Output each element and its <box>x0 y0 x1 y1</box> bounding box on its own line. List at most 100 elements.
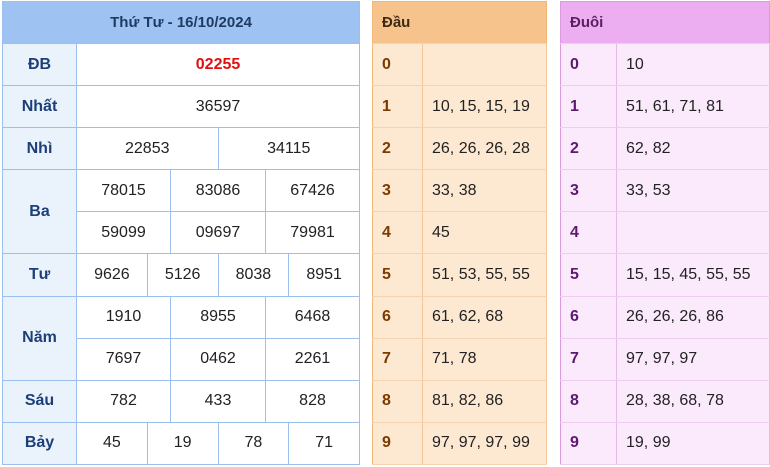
prize-number: 71 <box>288 421 361 466</box>
prize-number: 19 <box>146 421 219 466</box>
digit-label: 9 <box>560 422 617 466</box>
prize-label: Bảy <box>2 421 77 466</box>
prize-number: 78015 <box>76 169 171 213</box>
digit-values: 33, 38 <box>422 169 547 213</box>
prize-number: 0462 <box>170 337 266 381</box>
digit-label: 2 <box>560 127 617 171</box>
digit-label: 7 <box>372 338 423 381</box>
digit-values: 97, 97, 97, 99 <box>422 422 547 466</box>
digit-values: 71, 78 <box>422 338 547 381</box>
digit-label: 4 <box>372 211 423 255</box>
tail-digit-row: 0 10 <box>560 43 770 87</box>
prize-number: 79981 <box>264 211 361 255</box>
prize-number: 9626 <box>76 253 148 297</box>
head-digit-table: Đầu 0 1 10, 15, 15, 19 2 26, 26, 26, 28 33… <box>372 1 547 466</box>
digit-label: 1 <box>372 85 423 129</box>
digit-values <box>616 211 770 255</box>
prize-number: 8951 <box>288 253 361 297</box>
results-title: Thứ Tư - 16/10/2024 <box>1 0 361 45</box>
prize-number: 5126 <box>146 253 219 297</box>
prize-number: 7697 <box>76 337 171 381</box>
digit-values: 33, 53 <box>616 169 770 213</box>
tail-digit-row: 8 28, 38, 68, 78 <box>560 380 770 423</box>
prize-label: ĐB <box>2 43 77 87</box>
digit-values: 97, 97, 97 <box>616 338 770 381</box>
prize-label: Năm <box>2 295 77 381</box>
digit-values: 26, 26, 26, 28 <box>422 127 547 171</box>
prize-number: 8955 <box>170 295 266 339</box>
tail-digit-row: 7 97, 97, 97 <box>560 338 770 381</box>
tail-digit-row: 2 62, 82 <box>560 127 770 171</box>
digit-values: 51, 53, 55, 55 <box>422 253 547 297</box>
head-digit-row: 8 81, 82, 86 <box>372 380 547 423</box>
head-digit-row: 5 51, 53, 55, 55 <box>372 253 547 297</box>
digit-label: 6 <box>560 296 617 339</box>
lottery-results-table: Thứ Tư - 16/10/2024 ĐB 02255 Nhất 36597 … <box>1 0 361 466</box>
prize-label: Nhất <box>2 85 77 129</box>
digit-values: 28, 38, 68, 78 <box>616 380 770 423</box>
digit-label: 7 <box>560 338 617 381</box>
prize-row-sau: Sáu 782 433 828 <box>2 379 361 423</box>
prize-label: Tư <box>2 253 77 297</box>
prize-number: 34115 <box>217 127 361 171</box>
digit-label: 0 <box>560 43 617 87</box>
prize-row-ba: Ba 78015 83086 67426 <box>2 169 361 255</box>
head-digit-row: 0 <box>372 43 547 87</box>
digit-values: 62, 82 <box>616 127 770 171</box>
prize-number: 22853 <box>76 127 219 171</box>
prize-number: 6468 <box>264 295 361 339</box>
prize-number: 433 <box>170 379 266 423</box>
special-prize-number: 02255 <box>75 43 361 87</box>
head-digit-row: 4 45 <box>372 211 547 255</box>
head-digit-row: 1 10, 15, 15, 19 <box>372 85 547 129</box>
head-digit-row: 6 61, 62, 68 <box>372 296 547 339</box>
digit-label: 8 <box>372 380 423 423</box>
digit-label: 5 <box>372 253 423 297</box>
digit-label: 0 <box>372 43 423 87</box>
prize-number: 67426 <box>264 169 361 213</box>
digit-values: 51, 61, 71, 81 <box>616 85 770 129</box>
prize-row-nhat: Nhất 36597 <box>2 85 361 129</box>
prize-label: Nhì <box>2 127 77 171</box>
prize-number: 36597 <box>75 85 361 129</box>
digit-values: 15, 15, 45, 55, 55 <box>616 253 770 297</box>
prize-number: 782 <box>76 379 171 423</box>
digit-label: 3 <box>560 169 617 213</box>
digit-values: 19, 99 <box>616 422 770 466</box>
prize-row-nam: Năm 1910 8955 6468 <box>2 295 361 381</box>
digit-values: 45 <box>422 211 547 255</box>
tail-digit-row: 6 26, 26, 26, 86 <box>560 296 770 339</box>
prize-number: 828 <box>264 379 361 423</box>
digit-label: 3 <box>372 169 423 213</box>
digit-label: 1 <box>560 85 617 129</box>
digit-values: 61, 62, 68 <box>422 296 547 339</box>
prize-number: 8038 <box>217 253 290 297</box>
digit-values: 26, 26, 26, 86 <box>616 296 770 339</box>
tail-digit-row: 1 51, 61, 71, 81 <box>560 85 770 129</box>
digit-label: 4 <box>560 211 617 255</box>
tail-digit-row: 9 19, 99 <box>560 422 770 466</box>
tail-digit-row: 4 <box>560 211 770 255</box>
digit-label: 2 <box>372 127 423 171</box>
prize-row-bay: Bảy 45 19 78 71 <box>2 421 361 466</box>
digit-label: 6 <box>372 296 423 339</box>
tail-digit-row: 5 15, 15, 45, 55, 55 <box>560 253 770 297</box>
head-digit-row: 3 33, 38 <box>372 169 547 213</box>
prize-number: 83086 <box>170 169 266 213</box>
prize-number: 78 <box>217 421 290 466</box>
prize-row-nhi: Nhì 22853 34115 <box>2 127 361 171</box>
head-digit-header: Đầu <box>372 1 547 45</box>
digit-values: 10, 15, 15, 19 <box>422 85 547 129</box>
tail-digit-table: Đuôi 0 10 1 51, 61, 71, 81 2 62, 82 3 33, 53… <box>560 1 770 466</box>
prize-label: Ba <box>2 169 77 255</box>
prize-label: Sáu <box>2 379 77 423</box>
prize-number: 2261 <box>264 337 361 381</box>
prize-number: 45 <box>76 421 148 466</box>
digit-values: 81, 82, 86 <box>422 380 547 423</box>
prize-row-db: ĐB 02255 <box>2 43 361 87</box>
prize-number: 59099 <box>76 211 171 255</box>
prize-row-tu: Tư 9626 5126 8038 8951 <box>2 253 361 297</box>
tail-digit-header: Đuôi <box>560 1 770 45</box>
digit-values: 10 <box>616 43 770 87</box>
digit-label: 9 <box>372 422 423 466</box>
